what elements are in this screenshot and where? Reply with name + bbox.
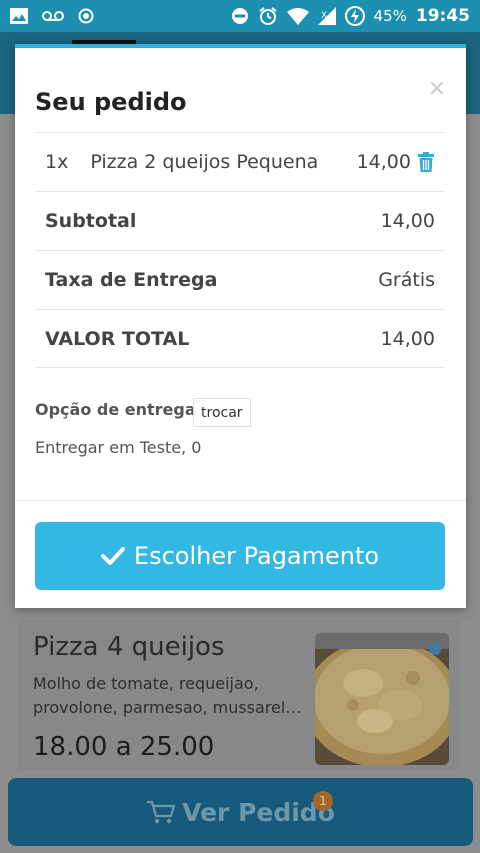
signal-icon: X [317,7,336,25]
choose-payment-button[interactable]: Escolher Pagamento [35,522,445,590]
clock: 19:45 [415,6,470,26]
order-item-row: 1x Pizza 2 queijos Pequena 14,00 [35,132,445,191]
battery-icon [344,6,365,26]
change-delivery-button[interactable]: trocar [193,398,251,427]
delivery-option-label: Opção de entrega [35,400,196,419]
status-bar: X 45% 19:45 [0,0,480,32]
order-count-badge: 1 [313,791,333,811]
product-name: Pizza 4 queijos [33,632,225,662]
product-description: Molho de tomate, requeijao, provolone, p… [33,674,302,717]
cart-icon [146,799,176,825]
alarm-icon [258,6,278,26]
modal-title: Seu pedido [35,88,187,116]
order-item-info: 1x Pizza 2 queijos Pequena [45,151,318,173]
trash-icon[interactable] [417,152,435,172]
delivery-fee-value: Grátis [378,269,435,291]
order-modal: Seu pedido × 1x Pizza 2 queijos Pequena … [15,44,466,608]
subtotal-value: 14,00 [380,210,435,232]
order-item-price-group: 14,00 [357,151,435,173]
status-left [10,8,94,24]
svg-text:X: X [321,11,327,21]
circle-dot-icon [78,8,94,24]
total-label: VALOR TOTAL [45,327,190,350]
pizza-image [315,633,449,765]
status-right: X 45% 19:45 [231,6,470,26]
choose-payment-label: Escolher Pagamento [133,542,380,570]
item-name: Pizza 2 queijos Pequena [90,151,319,173]
check-icon [100,546,125,566]
modal-divider [15,500,466,501]
subtotal-row: Subtotal 14,00 [35,191,445,250]
delivery-fee-row: Taxa de Entrega Grátis [35,250,445,309]
wifi-icon [286,7,309,25]
voicemail-icon [42,10,64,22]
delivery-fee-label: Taxa de Entrega [45,269,218,291]
item-price: 14,00 [356,151,411,173]
product-price: 18.00 a 25.00 [33,732,215,762]
total-row: VALOR TOTAL 14,00 [35,309,445,368]
product-card[interactable]: Pizza 4 queijos Molho de tomate, requeij… [18,620,460,770]
view-order-label: Ver Pedido [182,797,335,827]
subtotal-label: Subtotal [45,210,137,232]
dnd-icon [231,7,249,25]
view-order-button[interactable]: Ver Pedido 1 [8,778,473,846]
total-value: 14,00 [380,327,435,350]
close-button[interactable]: × [428,76,446,101]
delivery-address: Entregar em Teste, 0 [35,438,202,457]
item-quantity: 1x [45,151,69,173]
battery-percent: 45% [373,7,407,25]
image-icon [10,8,28,24]
